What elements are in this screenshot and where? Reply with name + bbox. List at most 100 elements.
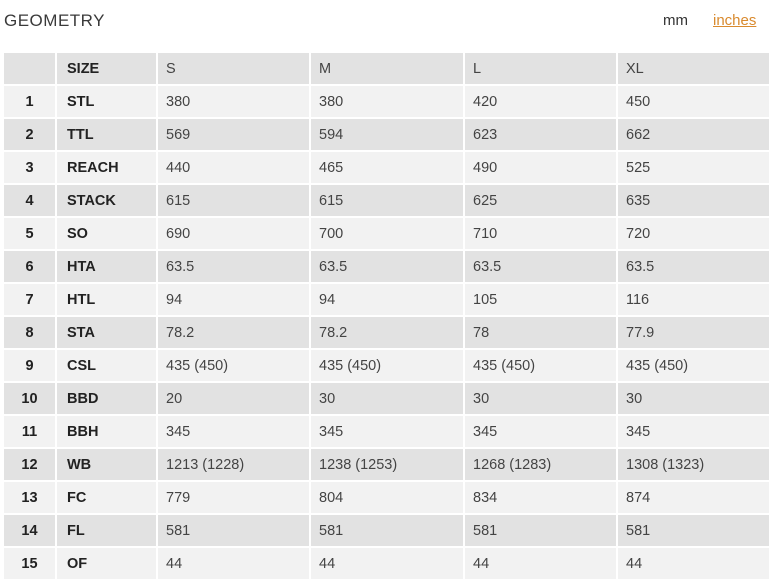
geometry-header: GEOMETRY mm inches: [0, 0, 770, 52]
row-value: 700: [310, 217, 465, 251]
row-number: 8: [4, 316, 57, 350]
table-row: 7 HTL 94 94 105 116: [4, 283, 770, 317]
row-number: 14: [4, 514, 57, 548]
row-value: 435 (450): [157, 349, 311, 383]
row-label: STL: [56, 85, 158, 119]
unit-toggle-mm[interactable]: mm: [663, 12, 688, 29]
row-label: BBD: [56, 382, 158, 416]
row-value: 435 (450): [464, 349, 618, 383]
row-number: 7: [4, 283, 57, 317]
row-value: 94: [157, 283, 311, 317]
row-value: 63.5: [617, 250, 770, 284]
row-number: 2: [4, 118, 57, 152]
row-value: 490: [464, 151, 618, 185]
row-label: HTL: [56, 283, 158, 317]
row-value: 345: [310, 415, 465, 449]
row-value: 78.2: [310, 316, 465, 350]
page-title: GEOMETRY: [4, 11, 105, 30]
row-value: 720: [617, 217, 770, 251]
row-value: 615: [310, 184, 465, 218]
row-value: 440: [157, 151, 311, 185]
row-number: 13: [4, 481, 57, 515]
row-value: 345: [157, 415, 311, 449]
row-value: 380: [310, 85, 465, 119]
table-row: 14 FL 581 581 581 581: [4, 514, 770, 548]
row-value: 77.9: [617, 316, 770, 350]
row-value: 44: [617, 547, 770, 581]
row-value: 623: [464, 118, 618, 152]
row-number: 11: [4, 415, 57, 449]
row-value: 105: [464, 283, 618, 317]
row-value: 581: [617, 514, 770, 548]
row-number: 9: [4, 349, 57, 383]
header-cell-size: SIZE: [56, 53, 158, 86]
row-number: 1: [4, 85, 57, 119]
unit-toggle-inches[interactable]: inches: [713, 12, 756, 29]
row-value: 44: [464, 547, 618, 581]
row-value: 435 (450): [310, 349, 465, 383]
row-value: 116: [617, 283, 770, 317]
row-label: WB: [56, 448, 158, 482]
row-value: 63.5: [310, 250, 465, 284]
row-label: HTA: [56, 250, 158, 284]
table-row: 12 WB 1213 (1228) 1238 (1253) 1268 (1283) 130…: [4, 448, 770, 482]
row-value: 581: [310, 514, 465, 548]
table-row: 1 STL 380 380 420 450: [4, 85, 770, 119]
row-label: TTL: [56, 118, 158, 152]
row-value: 30: [464, 382, 618, 416]
row-value: 30: [310, 382, 465, 416]
row-value: 662: [617, 118, 770, 152]
row-label: FC: [56, 481, 158, 515]
row-value: 44: [157, 547, 311, 581]
row-number: 5: [4, 217, 57, 251]
row-label: REACH: [56, 151, 158, 185]
table-row: 13 FC 779 804 834 874: [4, 481, 770, 515]
row-label: SO: [56, 217, 158, 251]
row-value: 594: [310, 118, 465, 152]
row-value: 525: [617, 151, 770, 185]
row-value: 78: [464, 316, 618, 350]
table-row: 3 REACH 440 465 490 525: [4, 151, 770, 185]
row-value: 569: [157, 118, 311, 152]
header-cell-index: [4, 53, 57, 86]
row-value: 874: [617, 481, 770, 515]
row-value: 420: [464, 85, 618, 119]
row-label: CSL: [56, 349, 158, 383]
row-value: 435 (450): [617, 349, 770, 383]
row-value: 380: [157, 85, 311, 119]
row-value: 1308 (1323): [617, 448, 770, 482]
row-value: 1238 (1253): [310, 448, 465, 482]
geometry-table: SIZE S M L XL 1 STL 380 380 420 450 2 TTL 569 594…: [4, 53, 770, 581]
row-value: 581: [464, 514, 618, 548]
row-value: 63.5: [464, 250, 618, 284]
row-value: 804: [310, 481, 465, 515]
table-row: 11 BBH 345 345 345 345: [4, 415, 770, 449]
table-row: 9 CSL 435 (450) 435 (450) 435 (450) 435 (450): [4, 349, 770, 383]
row-value: 615: [157, 184, 311, 218]
table-row: 15 OF 44 44 44 44: [4, 547, 770, 581]
row-number: 10: [4, 382, 57, 416]
row-value: 44: [310, 547, 465, 581]
table-row: 6 HTA 63.5 63.5 63.5 63.5: [4, 250, 770, 284]
row-label: BBH: [56, 415, 158, 449]
table-row: 2 TTL 569 594 623 662: [4, 118, 770, 152]
table-row: 8 STA 78.2 78.2 78 77.9: [4, 316, 770, 350]
row-value: 94: [310, 283, 465, 317]
row-value: 345: [464, 415, 618, 449]
header-cell-l: L: [464, 53, 618, 86]
row-value: 779: [157, 481, 311, 515]
row-number: 3: [4, 151, 57, 185]
row-value: 635: [617, 184, 770, 218]
row-value: 30: [617, 382, 770, 416]
row-number: 6: [4, 250, 57, 284]
row-value: 20: [157, 382, 311, 416]
header-cell-m: M: [310, 53, 465, 86]
row-value: 1213 (1228): [157, 448, 311, 482]
row-label: STA: [56, 316, 158, 350]
row-value: 450: [617, 85, 770, 119]
table-row: 5 SO 690 700 710 720: [4, 217, 770, 251]
row-number: 15: [4, 547, 57, 581]
row-value: 690: [157, 217, 311, 251]
row-value: 465: [310, 151, 465, 185]
row-number: 12: [4, 448, 57, 482]
